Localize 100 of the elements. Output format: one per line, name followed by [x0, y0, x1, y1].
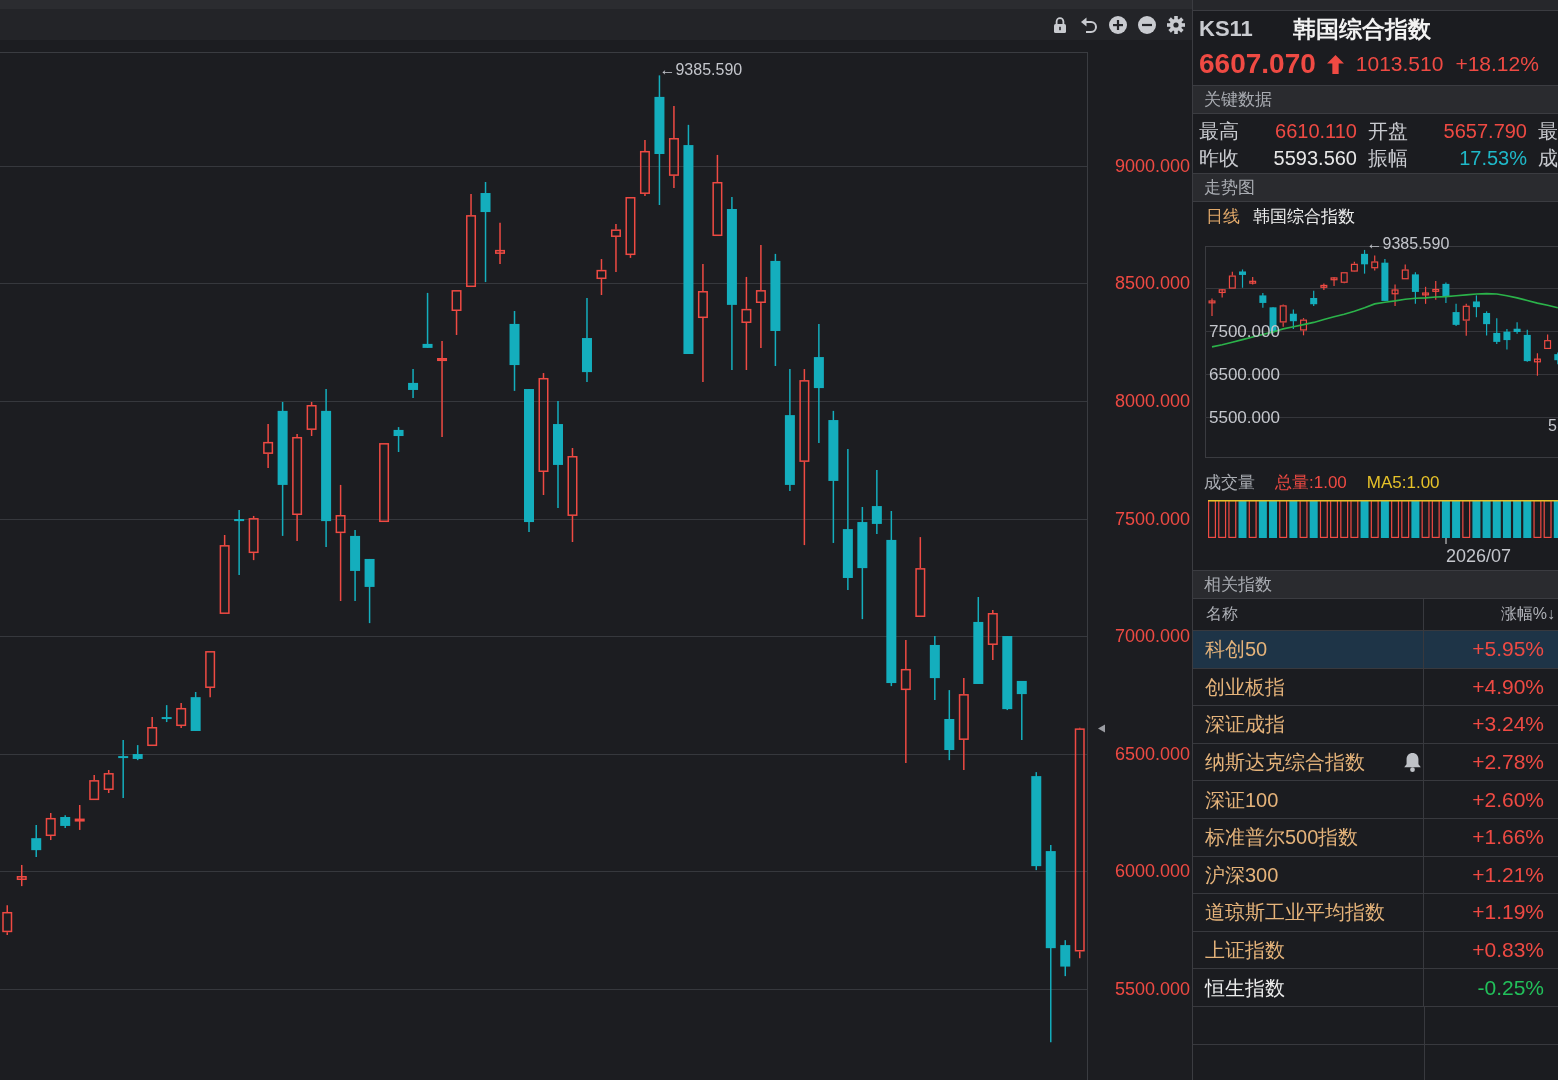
candle: [60, 814, 71, 829]
candle: [610, 223, 621, 273]
column-header[interactable]: 涨幅%↓: [1424, 599, 1558, 630]
chart-title: 韩国综合指数: [1253, 206, 1355, 228]
field-label: 成: [1538, 145, 1558, 170]
index-row[interactable]: 创业板指 +4.90%: [1193, 668, 1558, 707]
index-name: 深证100: [1205, 787, 1279, 812]
field-label: 最: [1538, 118, 1558, 143]
column-header[interactable]: 名称: [1193, 599, 1424, 630]
candle: [176, 702, 187, 729]
percent-change: +2.60%: [1472, 786, 1545, 813]
index-code: KS11: [1199, 16, 1253, 42]
candle: [451, 290, 462, 336]
index-name: 标准普尔500指数: [1205, 825, 1359, 850]
candle: [1350, 261, 1358, 273]
axis-label: 5500.000: [1209, 407, 1280, 427]
candle: [987, 609, 998, 661]
minus-circle-icon[interactable]: [1138, 15, 1156, 34]
axis-label: 6000.000: [1115, 861, 1191, 882]
index-name: 科创50: [1205, 637, 1268, 662]
candle: [1361, 249, 1369, 275]
plus-circle-icon[interactable]: [1109, 15, 1127, 34]
percent-change: +5.95%: [1472, 636, 1545, 663]
candle: [625, 197, 636, 259]
candle: [929, 635, 940, 701]
candle: [190, 691, 201, 732]
field-value: 17.53%: [1459, 145, 1527, 170]
lock-icon[interactable]: [1054, 16, 1066, 33]
percent-change: +1.21%: [1472, 861, 1545, 888]
index-row[interactable]: 标准普尔500指数 +1.66%: [1193, 818, 1558, 857]
percent-change: +4.90%: [1472, 673, 1545, 700]
section-header: 相关指数: [1193, 570, 1558, 599]
percent-change: -0.25%: [1477, 974, 1545, 1001]
index-row[interactable]: 沪深300 +1.21%: [1193, 856, 1558, 895]
percent-change: +1.66%: [1472, 824, 1545, 851]
percent-change: +18.12%: [1455, 51, 1539, 77]
candle: [248, 515, 259, 561]
candle: [495, 222, 505, 265]
candle: [205, 651, 216, 698]
candle: [1442, 282, 1450, 304]
index-row[interactable]: 上证指数 +0.83%: [1193, 931, 1558, 970]
candle: [161, 704, 172, 723]
index-row[interactable]: 科创50 +5.95%: [1193, 631, 1558, 669]
candle: [1381, 258, 1389, 302]
candle: [1060, 939, 1071, 977]
candle: [1016, 680, 1027, 741]
field-label: 最高: [1199, 118, 1239, 143]
candle: [118, 739, 129, 799]
axis-label: 8500.000: [1115, 273, 1191, 294]
last-price: 6607.070: [1199, 48, 1316, 80]
percent-change: +0.83%: [1472, 937, 1545, 964]
candle: [1411, 271, 1419, 305]
axis-label: 8000.000: [1115, 391, 1191, 411]
axis-label: 7000.000: [1115, 626, 1191, 647]
candle: [422, 292, 433, 349]
index-name: 纳斯达克综合指数: [1205, 750, 1365, 775]
field-label: 振幅: [1368, 145, 1408, 170]
candle: [1462, 303, 1470, 337]
field-label: 昨收: [1199, 145, 1239, 170]
index-row[interactable]: 道琼斯工业平均指数 +1.19%: [1193, 894, 1558, 932]
index-row[interactable]: 深证100 +2.60%: [1193, 781, 1558, 819]
candle: [1554, 351, 1558, 365]
candle: [1371, 254, 1379, 272]
candle: [103, 769, 114, 794]
price-annotation: 5: [1548, 416, 1557, 434]
candle: [1544, 333, 1552, 350]
candle: [1218, 288, 1226, 299]
candle: [1452, 303, 1460, 327]
index-name: 道琼斯工业平均指数: [1205, 900, 1385, 925]
candle: [1239, 268, 1246, 289]
index-name: 恒生指数: [1205, 975, 1285, 1000]
period-tab[interactable]: 日线: [1206, 206, 1240, 228]
candle: [74, 804, 85, 831]
candle: [1422, 286, 1430, 305]
index-row[interactable]: 纳斯达克综合指数 +2.78%: [1193, 743, 1558, 782]
settings-icon[interactable]: [1167, 15, 1185, 34]
date-label: 2026/07: [1446, 546, 1512, 566]
axis-label: 6500.000: [1115, 743, 1191, 764]
section-header: 走势图: [1193, 173, 1558, 202]
field-value: 5657.790: [1443, 118, 1527, 143]
candle: [1330, 276, 1338, 287]
section-header: 关键数据: [1193, 85, 1558, 114]
candle: [1249, 276, 1257, 286]
candle: [1391, 283, 1399, 307]
undo-icon[interactable]: [1081, 16, 1097, 33]
legend-label: MA5:1.00: [1366, 472, 1440, 494]
candle: [1310, 290, 1318, 307]
candle: [1259, 292, 1267, 309]
price-change: 1013.510: [1355, 51, 1444, 77]
candle: [944, 689, 955, 761]
candle: [364, 558, 375, 624]
candle: [393, 426, 404, 453]
candle: [1432, 280, 1440, 301]
field-value: 6610.110: [1275, 118, 1357, 143]
index-row[interactable]: 恒生指数 -0.25%: [1193, 969, 1558, 1007]
index-row[interactable]: 深证成指 +3.24%: [1193, 706, 1558, 744]
price-pointer-icon: [1098, 724, 1105, 733]
candle: [2, 904, 13, 936]
candle: [1401, 263, 1409, 280]
candle: [1279, 303, 1287, 328]
